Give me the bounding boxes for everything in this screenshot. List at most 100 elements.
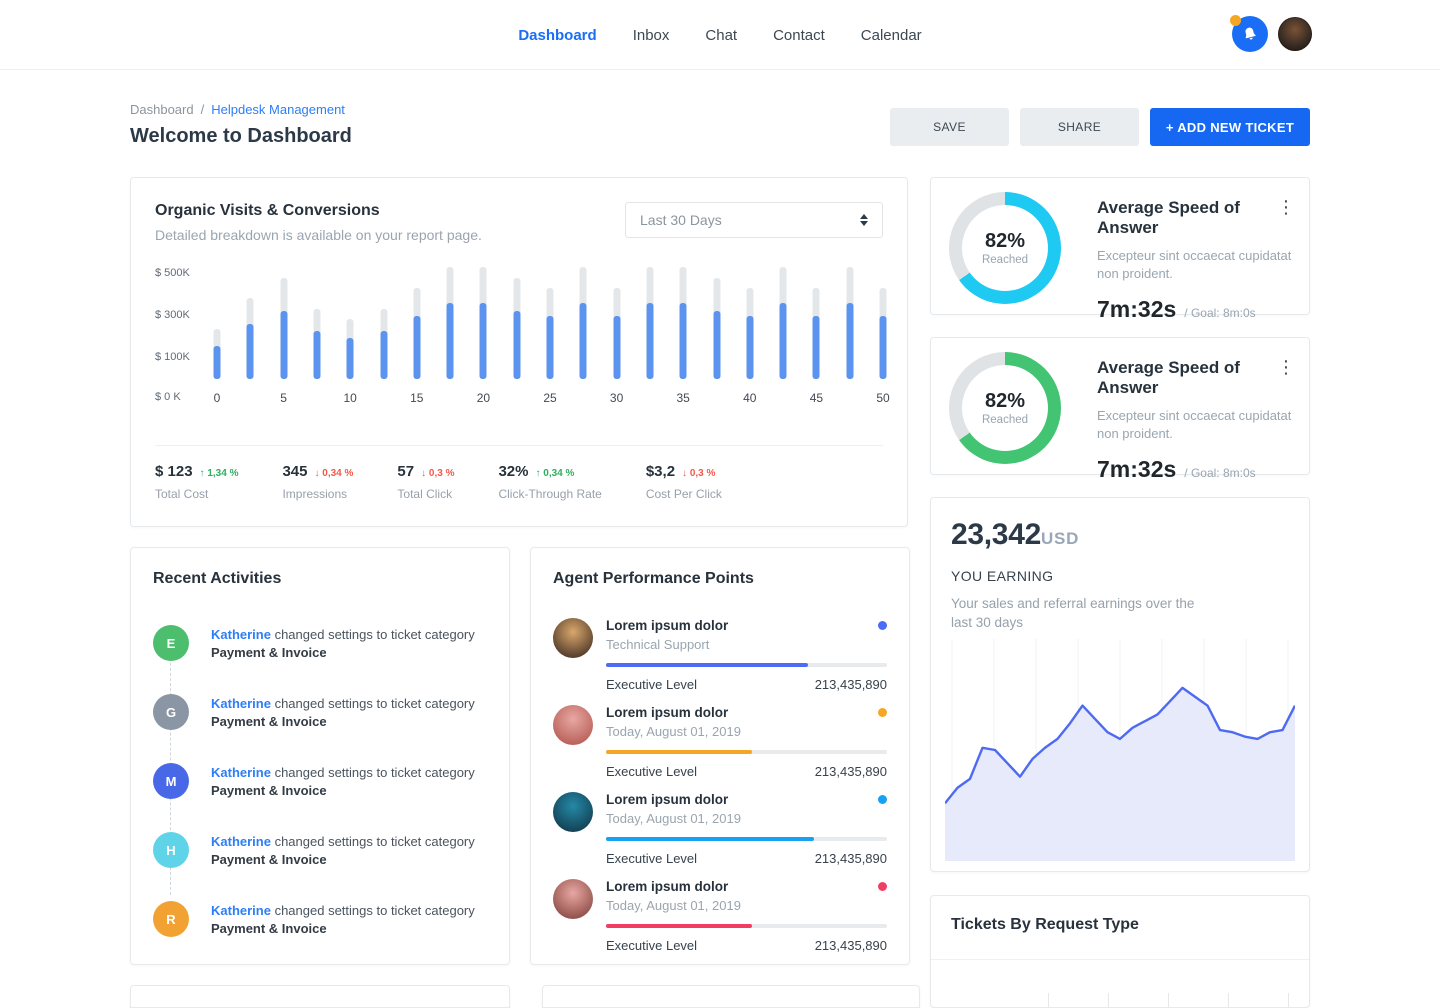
- bar-fill: [447, 303, 454, 379]
- agent-avatar-photo: [553, 705, 593, 745]
- stat-cost-per-click: $3,2↓ 0,3 %Cost Per Click: [646, 463, 722, 501]
- divider: [931, 959, 1309, 960]
- stat-label: Click-Through Rate: [498, 487, 601, 501]
- activity-text: Katherine changed settings to ticket cat…: [211, 832, 475, 868]
- x-tick-label: 30: [610, 391, 623, 405]
- bar-fill: [846, 303, 853, 379]
- organic-card-subtitle: Detailed breakdown is available on your …: [155, 227, 482, 243]
- earnings-heading: YOU EARNING: [951, 568, 1289, 584]
- stat-value: $3,2: [646, 463, 675, 480]
- x-tick-label: 0: [214, 391, 221, 405]
- bar-fill: [347, 338, 354, 379]
- bar-fill: [680, 303, 687, 379]
- y-tick-300k: $ 300K: [155, 309, 190, 321]
- agent-name: Lorem ipsum dolor: [606, 618, 878, 633]
- bar-fill: [280, 311, 287, 379]
- nav-item-contact[interactable]: Contact: [773, 27, 825, 44]
- bar-fill: [247, 324, 254, 379]
- add-new-ticket-button[interactable]: + ADD NEW TICKET: [1150, 108, 1310, 146]
- activity-item: H Katherine changed settings to ticket ca…: [153, 832, 487, 868]
- x-tick-label: 45: [810, 391, 823, 405]
- nav-item-inbox[interactable]: Inbox: [633, 27, 670, 44]
- breadcrumb-current[interactable]: Helpdesk Management: [211, 102, 345, 117]
- user-avatar[interactable]: [1278, 17, 1312, 51]
- kebab-menu-icon[interactable]: ⋮: [1277, 360, 1295, 374]
- stat-label: Total Cost: [155, 487, 238, 501]
- grid-tick: [1168, 993, 1169, 1007]
- bar-fill: [780, 303, 787, 379]
- bar-track: [646, 267, 653, 379]
- bar-fill: [413, 316, 420, 379]
- x-tick-label: 10: [344, 391, 357, 405]
- notification-bell-button[interactable]: [1232, 16, 1268, 52]
- agent-progress-fill: [606, 750, 752, 754]
- x-tick-label: 15: [410, 391, 423, 405]
- agent-level: Executive Level: [606, 851, 697, 866]
- activity-target: Payment & Invoice: [211, 920, 475, 937]
- agent-item: Lorem ipsum dolorToday, August 01, 2019E…: [553, 879, 887, 953]
- stat-delta-down: ↓ 0,3 %: [421, 468, 454, 479]
- x-tick-label: 20: [477, 391, 490, 405]
- stat-value-row: 345↓ 0,34 %: [282, 463, 353, 480]
- stat-value: 57: [397, 463, 414, 480]
- bar-fill: [613, 316, 620, 379]
- save-button[interactable]: SAVE: [890, 108, 1009, 146]
- nav-item-calendar[interactable]: Calendar: [861, 27, 922, 44]
- activity-user-link[interactable]: Katherine: [211, 627, 271, 642]
- nav-item-dashboard[interactable]: Dashboard: [518, 27, 596, 44]
- stat-value-row: 57 ↓ 0,3 %: [397, 463, 454, 480]
- activity-user-link[interactable]: Katherine: [211, 696, 271, 711]
- agent-level: Executive Level: [606, 764, 697, 779]
- bell-icon: [1239, 23, 1261, 45]
- notification-badge: [1230, 15, 1241, 26]
- stat-total-cost: $ 123↑ 1,34 %Total Cost: [155, 463, 238, 501]
- bar-track: [713, 278, 720, 379]
- recent-activities-title: Recent Activities: [153, 570, 487, 588]
- agent-footer: Executive Level213,435,890: [606, 851, 887, 866]
- bar-fill: [313, 331, 320, 379]
- breadcrumb-root[interactable]: Dashboard: [130, 102, 194, 117]
- activity-item: MKatherine changed settings to ticket ca…: [153, 763, 487, 799]
- agent-meta: Today, August 01, 2019: [606, 724, 887, 739]
- agent-status-dot: [878, 882, 887, 891]
- agent-avatar-photo: [553, 792, 593, 832]
- agent-meta: Today, August 01, 2019: [606, 898, 887, 913]
- x-tick-label: 35: [677, 391, 690, 405]
- activity-line: Katherine changed settings to ticket cat…: [211, 833, 475, 850]
- gauge-percent: 82%: [985, 230, 1025, 253]
- stat-delta-up: ↑ 1,34 %: [200, 468, 239, 479]
- activity-list: EKatherine changed settings to ticket ca…: [153, 625, 487, 937]
- bottom-left-card-partial: [130, 985, 510, 1008]
- bar-fill: [746, 316, 753, 379]
- agent-status-dot: [878, 708, 887, 717]
- bar-fill: [580, 303, 587, 379]
- agent-body: Lorem ipsum dolorToday, August 01, 2019E…: [606, 879, 887, 953]
- bar-fill: [513, 311, 520, 379]
- activity-user-link[interactable]: Katherine: [211, 765, 271, 780]
- activity-user-link[interactable]: Katherine: [211, 903, 271, 918]
- activity-user-link[interactable]: Katherine: [211, 834, 271, 849]
- bar-track: [413, 288, 420, 379]
- grid-tick: [1228, 993, 1229, 1007]
- bar-track: [613, 288, 620, 379]
- activity-line: Katherine changed settings to ticket cat…: [211, 902, 475, 919]
- share-button[interactable]: SHARE: [1020, 108, 1139, 146]
- bar-track: [680, 267, 687, 379]
- agent-footer: Executive Level213,435,890: [606, 938, 887, 953]
- stat-impressions: 345↓ 0,34 %Impressions: [282, 463, 353, 501]
- grid-tick: [1108, 993, 1109, 1007]
- activity-avatar-h: H: [153, 832, 189, 868]
- x-tick-label: 5: [280, 391, 287, 405]
- agent-progress-track: [606, 924, 887, 928]
- bar-fill: [380, 331, 387, 379]
- bar-chart-plot-area: [217, 267, 883, 379]
- date-range-select[interactable]: Last 30 Days: [625, 202, 883, 238]
- bar-track: [347, 319, 354, 379]
- bar-track: [846, 267, 853, 379]
- kebab-menu-icon[interactable]: ⋮: [1277, 200, 1295, 214]
- bar-track: [513, 278, 520, 379]
- agent-body: Lorem ipsum dolorToday, August 01, 2019E…: [606, 705, 887, 779]
- earnings-card: 23,342 USD YOU EARNING Your sales and re…: [930, 497, 1310, 872]
- agent-status-dot: [878, 795, 887, 804]
- nav-item-chat[interactable]: Chat: [705, 27, 737, 44]
